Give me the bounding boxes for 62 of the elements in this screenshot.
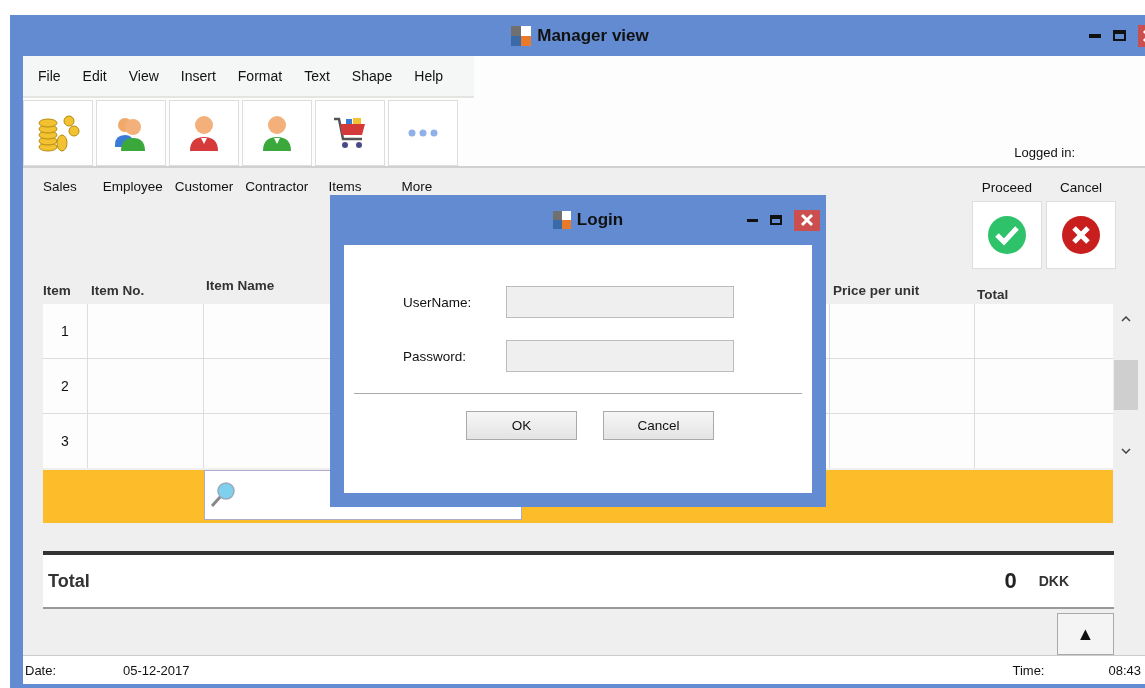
window-title: Manager view <box>537 25 649 46</box>
more-icon <box>408 129 438 137</box>
input-field[interactable] <box>506 340 734 372</box>
table-cell: 2 <box>43 359 88 413</box>
menu-item[interactable]: Format <box>237 68 283 84</box>
app-icon <box>511 25 532 46</box>
minimize-icon[interactable] <box>1089 33 1101 38</box>
currency-label: DKK <box>1038 573 1069 589</box>
toolbar-button[interactable] <box>169 100 239 166</box>
search-icon <box>208 481 236 509</box>
input-field[interactable] <box>506 286 734 318</box>
logged-in-label: Logged in: <box>1014 145 1075 160</box>
maximize-icon[interactable] <box>1113 30 1126 41</box>
dialog-button[interactable]: OK <box>466 411 577 440</box>
scroll-up-button[interactable]: ▲ <box>1057 613 1114 655</box>
column-header: Item No. <box>90 283 146 300</box>
menu-item[interactable]: Shape <box>351 68 393 84</box>
total-amount: 0 <box>1004 568 1017 594</box>
date-label: Date: <box>25 662 58 678</box>
action-label: Cancel <box>1060 180 1102 195</box>
toolbar-label: More <box>401 179 433 196</box>
maximize-icon[interactable] <box>770 215 782 225</box>
cancel-button[interactable] <box>1046 201 1116 269</box>
scroll-down-icon[interactable] <box>1121 448 1131 454</box>
menu-item[interactable]: Edit <box>82 68 107 84</box>
menu-item[interactable]: File <box>38 68 61 84</box>
toolbar-label: Sales <box>43 179 77 196</box>
menu-item[interactable]: View <box>128 68 159 84</box>
column-header: Item Name <box>205 278 276 295</box>
menu-item[interactable]: Insert <box>180 68 216 84</box>
cancel-icon <box>1061 215 1101 255</box>
table-cell: 1 <box>43 304 88 358</box>
column-header: Item <box>43 283 72 300</box>
action-label: Proceed <box>981 180 1033 195</box>
column-header: Total <box>976 287 1010 304</box>
toolbar-button[interactable] <box>242 100 312 166</box>
scroll-up-icon[interactable] <box>1121 316 1131 322</box>
field-label: Password: <box>402 348 468 364</box>
time-value: 08:43 <box>1108 662 1141 678</box>
scroll-thumb[interactable] <box>1114 360 1138 410</box>
toolbar-label: Employee <box>102 179 163 196</box>
toolbar-button[interactable] <box>96 100 166 166</box>
menu-item[interactable]: Help <box>414 68 444 84</box>
total-label: Total <box>48 570 91 592</box>
check-icon <box>987 215 1027 255</box>
field-label: UserName: <box>402 294 473 310</box>
column-header: Price per unit <box>832 283 921 300</box>
close-icon[interactable] <box>794 209 820 231</box>
toolbar-label: Customer <box>174 179 234 196</box>
date-value: 05-12-2017 <box>123 662 191 678</box>
cart-icon <box>332 115 368 151</box>
dialog-button[interactable]: Cancel <box>603 411 714 440</box>
toolbar-button[interactable] <box>315 100 385 166</box>
time-label: Time: <box>1012 662 1046 678</box>
toolbar-label: Items <box>328 179 362 196</box>
toolbar-label: Contractor <box>245 179 309 196</box>
menu-item[interactable]: Text <box>304 68 330 84</box>
minimize-icon[interactable] <box>747 218 758 222</box>
app-icon <box>552 211 571 229</box>
table-cell: 3 <box>43 414 88 468</box>
coins-icon <box>36 113 80 153</box>
dialog-title: Login <box>576 210 624 230</box>
